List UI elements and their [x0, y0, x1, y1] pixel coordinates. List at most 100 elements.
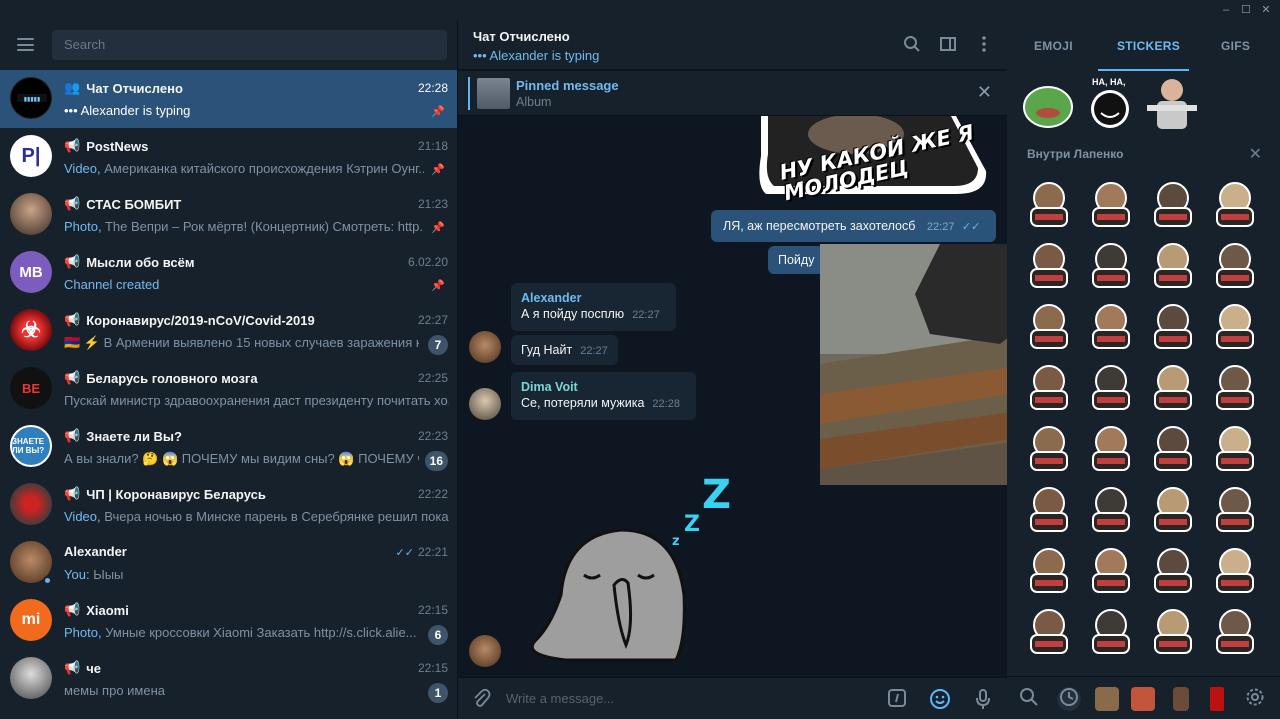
message-incoming[interactable]: Dima Voit Се, потеряли мужика 22:28 — [511, 372, 696, 420]
chat-item-znaete[interactable]: ЗНАЕТЕ ЛИ ВЫ? 📢 Знаете ли Вы? 22:23 А вы … — [0, 418, 457, 476]
chat-item-xiaomi[interactable]: mi 📢 Xiaomi 22:15 Photo, Умные кроссовки … — [0, 592, 457, 650]
attach-icon[interactable] — [470, 688, 492, 710]
sticker-item[interactable] — [1083, 174, 1139, 230]
maximize-button[interactable]: ☐ — [1238, 2, 1254, 18]
chat-item-alexander[interactable]: Alexander ✓✓ 22:21 You: Ыыы — [0, 534, 457, 592]
sticker-item[interactable] — [1207, 540, 1263, 596]
minimize-button[interactable]: – — [1218, 2, 1234, 18]
chat-preview: Умные кроссовки Xiaomi Заказать http://s… — [105, 625, 417, 640]
recent-icon[interactable] — [1057, 687, 1081, 711]
sticker-set-tab[interactable] — [1095, 687, 1119, 711]
channel-icon: 📢 — [64, 312, 81, 327]
sticker-item[interactable] — [1083, 479, 1139, 535]
chat-item-postnews[interactable]: P| 📢 PostNews 21:18 Video, Американка кит… — [0, 128, 457, 186]
avatar[interactable] — [469, 331, 501, 363]
avatar[interactable] — [469, 635, 501, 667]
search-icon[interactable] — [902, 35, 922, 55]
media-prefix: Video, — [64, 509, 101, 524]
avatar — [10, 193, 52, 235]
sticker-item[interactable] — [1207, 418, 1263, 474]
close-icon[interactable]: ✕ — [977, 82, 992, 103]
sticker-item[interactable] — [1145, 357, 1201, 413]
sticker-item[interactable] — [1021, 479, 1077, 535]
menu-icon[interactable] — [17, 38, 34, 51]
message-incoming[interactable]: Гуд Найт 22:27 — [511, 335, 618, 365]
sticker-item[interactable] — [1021, 77, 1075, 131]
tab-gifs[interactable]: GIFS — [1221, 39, 1250, 53]
sticker-item[interactable] — [1145, 73, 1199, 133]
sticker-item[interactable] — [1083, 296, 1139, 352]
emoji-icon[interactable] — [929, 688, 951, 710]
sticker-set-tab[interactable] — [1210, 687, 1224, 711]
sticker-item[interactable] — [1083, 418, 1139, 474]
sticker-item[interactable] — [1145, 418, 1201, 474]
message-outgoing[interactable]: ЛЯ, аж пересмотреть захотелосб 22:27 ✓✓ — [711, 210, 997, 242]
sticker-item[interactable] — [1145, 174, 1201, 230]
chat-item-mysli[interactable]: MB 📢 Мысли обо всём 6.02.20 Channel creat… — [0, 244, 457, 302]
conversation-title[interactable]: Чат Отчислено — [473, 29, 570, 44]
sticker-item[interactable] — [1145, 479, 1201, 535]
channel-icon: 📢 — [64, 138, 81, 153]
chat-item-belarus[interactable]: BE 📢 Беларусь головного мозга 22:25 Пуска… — [0, 360, 457, 418]
sticker-item[interactable] — [1021, 357, 1077, 413]
sidebar-toggle-icon[interactable] — [938, 35, 958, 55]
sticker-item[interactable] — [1021, 235, 1077, 291]
pinned-message-bar[interactable]: Pinned message Album ✕ — [458, 71, 1007, 116]
sticker-item[interactable] — [1021, 296, 1077, 352]
sender-name[interactable]: Dima Voit — [521, 380, 686, 394]
sticker-item[interactable] — [1207, 296, 1263, 352]
more-icon[interactable] — [974, 35, 994, 55]
chat-item-stas-bombit[interactable]: 📢 СТАС БОМБИТ 21:23 Photo, The Вепри – Ро… — [0, 186, 457, 244]
chat-name: Беларусь головного мозга — [86, 370, 258, 386]
sticker-item[interactable] — [1021, 540, 1077, 596]
sticker-item[interactable] — [1145, 601, 1201, 657]
sticker-item[interactable] — [1021, 418, 1077, 474]
search-icon[interactable] — [1017, 687, 1041, 711]
chat-item-coronavirus[interactable]: ☣ 📢 Коронавирус/2019-nCoV/Covid-2019 22:2… — [0, 302, 457, 360]
chat-preview: мемы про имена — [64, 683, 166, 698]
media-prefix: Photo, — [64, 625, 102, 640]
close-icon[interactable]: ✕ — [1249, 144, 1262, 164]
chat-item-che[interactable]: 📢 че 22:15 мемы про имена 1 — [0, 650, 457, 708]
sticker-item[interactable] — [1207, 174, 1263, 230]
message-input[interactable]: Write a message... — [506, 691, 614, 706]
chat-list-header: Search — [0, 20, 457, 70]
sticker-molodets[interactable]: НУ КАКОЙ ЖЕ Я МОЛОДЕЦ — [756, 114, 992, 205]
message-time: 22:28 — [652, 398, 680, 410]
gear-icon[interactable] — [1243, 687, 1267, 711]
conversation-header: Чат Отчислено ••• Alexander is typing — [458, 20, 1007, 70]
pin-icon: 📌 — [431, 280, 445, 292]
chat-name: Чат Отчислено — [86, 80, 183, 96]
tab-stickers[interactable]: STICKERS — [1117, 39, 1180, 53]
read-ticks-icon: ✓✓ — [961, 221, 981, 233]
sticker-set-tab[interactable] — [1131, 687, 1155, 711]
chat-item-chp[interactable]: 📢 ЧП | Коронавирус Беларусь 22:22 Video, … — [0, 476, 457, 534]
sticker-item[interactable] — [1207, 357, 1263, 413]
chat-item-chat-otchisleno[interactable]: ▮▮▮▮▮ 👥 Чат Отчислено 22:28 ••• Alexander… — [0, 70, 457, 128]
sticker-item[interactable] — [1207, 479, 1263, 535]
sticker-item[interactable] — [1207, 601, 1263, 657]
sticker-item[interactable] — [1145, 296, 1201, 352]
sender-name[interactable]: Alexander — [521, 291, 666, 305]
tab-emoji[interactable]: EMOJI — [1034, 39, 1073, 53]
microphone-icon[interactable] — [972, 688, 994, 710]
message-text: Гуд Найт — [521, 343, 573, 357]
sticker-item[interactable] — [1083, 235, 1139, 291]
search-input[interactable]: Search — [52, 30, 447, 60]
sticker-item[interactable] — [1145, 540, 1201, 596]
bot-commands-icon[interactable] — [886, 688, 908, 710]
message-incoming[interactable]: Alexander А я пойду посплю 22:27 — [511, 283, 676, 331]
sticker-item[interactable] — [1083, 540, 1139, 596]
chat-time: 22:15 — [417, 661, 448, 675]
close-window-button[interactable]: ✕ — [1258, 2, 1274, 18]
sticker-set-tab[interactable] — [1173, 687, 1189, 711]
sticker-item[interactable] — [1083, 601, 1139, 657]
sticker-item[interactable] — [1021, 174, 1077, 230]
sticker-item[interactable] — [1083, 357, 1139, 413]
sticker-item[interactable] — [1207, 235, 1263, 291]
avatar[interactable] — [469, 388, 501, 420]
sticker-item[interactable] — [1145, 235, 1201, 291]
sticker-item[interactable]: НА, НА, — [1083, 77, 1137, 131]
message-outgoing[interactable]: Пойду — [768, 246, 825, 274]
sticker-item[interactable] — [1021, 601, 1077, 657]
